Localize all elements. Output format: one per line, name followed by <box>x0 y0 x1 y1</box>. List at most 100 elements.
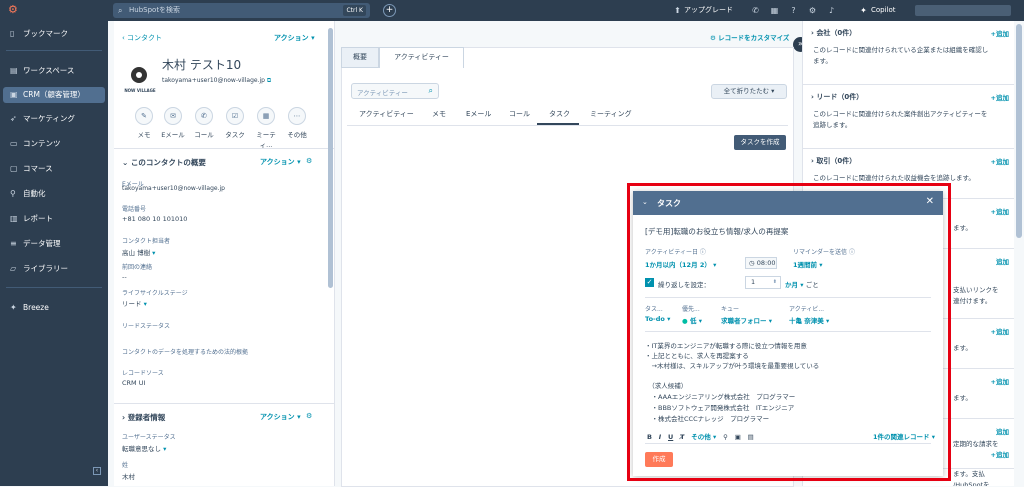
sidebar-item-data-management[interactable]: ≡ データ管理 <box>3 236 105 252</box>
field-label-last-contact: 前回の連絡 <box>122 264 153 271</box>
field-value-phone[interactable]: +81 080 10 101010 <box>122 215 187 223</box>
registrant-section-header[interactable]: › 登録者情報 アクション ▾ ⚙ <box>114 403 334 427</box>
hubspot-logo-icon[interactable]: ⚙ <box>8 4 20 16</box>
automation-icon: ⚲ <box>10 189 16 198</box>
meeting-action-button[interactable]: ▦ <box>257 107 275 125</box>
field-label-legal-basis: コンタクトのデータを処理するための法的根拠 <box>122 349 249 356</box>
sidebar-item-marketing[interactable]: ➶ マーケティング <box>3 111 105 127</box>
association-section-text: ます。 <box>953 394 972 402</box>
phone-icon[interactable]: ✆ <box>750 5 761 16</box>
contact-email-header: takoyama+user10@now-village.jp ⧉ <box>162 77 272 84</box>
collapse-all-button[interactable]: 全て折りたたむ ▾ <box>711 84 787 99</box>
sidebar-item-bookmarks[interactable]: ▯ ブックマーク <box>3 26 105 42</box>
note-action-button[interactable]: ✎ <box>135 107 153 125</box>
contact-panel: ‹ コンタクト アクション ▾ NOW VILLAGE 木村 テスト10 tak… <box>114 21 335 486</box>
sidebar-item-crm[interactable]: ▣ CRM（顧客管理） <box>3 87 105 103</box>
field-label-phone: 電話番号 <box>122 206 147 213</box>
field-label-record-source: レコードソース <box>122 370 164 377</box>
top-navigation-bar: ⚙ ⌕ HubSpotを検索 Ctrl K + ⬆ アップグレード ✆ ▦ ? … <box>0 0 1024 21</box>
help-icon[interactable]: ? <box>788 5 799 16</box>
settings-gear-icon[interactable]: ⚙ <box>306 412 312 420</box>
marketplace-icon[interactable]: ▦ <box>769 5 780 16</box>
field-value-owner[interactable]: 高山 博樹 ▾ <box>122 247 155 257</box>
field-value-email[interactable]: takoyama+user10@now-village.jp <box>122 185 225 192</box>
field-value-last-name[interactable]: 木村 <box>122 471 135 481</box>
summary-section-header[interactable]: ⌄ このコンタクトの概要 アクション ▾ ⚙ <box>114 148 334 172</box>
company-logo: NOW VILLAGE <box>122 62 157 97</box>
field-label-lead-status: リードステータス <box>122 323 171 330</box>
settings-gear-icon: ⚙ <box>710 34 716 42</box>
registrant-actions-dropdown[interactable]: アクション ▾ <box>260 412 301 422</box>
breeze-icon: ✦ <box>10 303 17 312</box>
more-action-button[interactable]: ⋯ <box>288 107 306 125</box>
sidebar-item-automation[interactable]: ⚲ 自動化 <box>3 186 105 202</box>
email-action-button[interactable]: ✉ <box>164 107 182 125</box>
collapse-sidebar-icon[interactable]: ‹ <box>93 467 101 475</box>
marketing-icon: ➶ <box>10 114 17 123</box>
sidebar-item-breeze[interactable]: ✦ Breeze <box>3 300 105 316</box>
note-action-label: メモ <box>137 131 151 139</box>
create-task-button[interactable]: タスクを作成 <box>734 135 786 150</box>
add-association-button[interactable]: +追加 <box>991 449 1009 459</box>
call-action-button[interactable]: ✆ <box>195 107 213 125</box>
filter-tab-calls[interactable]: コール <box>509 109 530 119</box>
summary-section-title: ⌄ このコンタクトの概要 <box>122 158 206 167</box>
crm-icon: ▣ <box>10 90 18 99</box>
add-association-button[interactable]: +追加 <box>991 206 1009 216</box>
tab-activity[interactable]: アクティビティー <box>379 47 464 68</box>
add-association-button[interactable]: +追加 <box>991 376 1009 386</box>
association-section-text: 支払いリンクを 連付けます。 <box>953 286 999 305</box>
field-label-last-name: 姓 <box>122 462 129 469</box>
search-icon: ⌕ <box>428 86 433 95</box>
add-company-button[interactable]: +追加 <box>991 28 1009 38</box>
create-new-button[interactable]: + <box>383 4 396 17</box>
filter-tab-notes[interactable]: メモ <box>432 109 446 119</box>
deal-section-title[interactable]: › 取引（0件） <box>811 156 856 166</box>
filter-tab-email[interactable]: Eメール <box>466 109 491 119</box>
activity-search-placeholder: アクティビティー <box>357 89 408 97</box>
settings-gear-icon[interactable]: ⚙ <box>807 5 818 16</box>
filter-tab-activity[interactable]: アクティビティー <box>359 109 414 119</box>
sidebar-item-content[interactable]: ▭ コンテンツ <box>3 136 105 152</box>
lead-section-title[interactable]: › リード（0件） <box>811 92 863 102</box>
add-lead-button[interactable]: +追加 <box>991 92 1009 102</box>
sidebar-item-reports[interactable]: ▥ レポート <box>3 211 105 227</box>
task-action-button[interactable]: ☑ <box>226 107 244 125</box>
library-icon: ▱ <box>10 264 17 273</box>
add-association-button[interactable]: 追加 <box>996 256 1009 266</box>
filter-tab-meetings[interactable]: ミーティング <box>590 109 632 119</box>
summary-actions-dropdown[interactable]: アクション ▾ <box>260 157 301 167</box>
field-value-record-source: CRM UI <box>122 379 146 387</box>
company-logo-text: NOW VILLAGE <box>124 88 156 93</box>
add-deal-button[interactable]: +追加 <box>991 156 1009 166</box>
global-search-input[interactable]: ⌕ HubSpotを検索 Ctrl K <box>113 3 370 18</box>
highlight-annotation-box <box>627 183 951 481</box>
activity-search-input[interactable]: アクティビティー ⌕ <box>351 83 439 99</box>
right-panel-scrollbar[interactable] <box>1016 24 1022 238</box>
sidebar-item-workspace[interactable]: ▤ ワークスペース <box>3 63 105 79</box>
sidebar-item-library[interactable]: ▱ ライブラリー <box>3 261 105 277</box>
customize-record-link[interactable]: ⚙ レコードをカスタマイズ <box>710 32 789 42</box>
left-panel-scrollbar[interactable] <box>328 28 333 288</box>
email-action-label: Eメール <box>161 131 185 139</box>
upgrade-button[interactable]: アップグレード <box>684 0 733 21</box>
field-value-user-status[interactable]: 転職意思なし ▾ <box>122 443 166 453</box>
copy-icon[interactable]: ⧉ <box>267 77 271 84</box>
add-association-button[interactable]: +追加 <box>991 326 1009 336</box>
company-section-title[interactable]: › 会社（0件） <box>811 28 856 38</box>
tab-overview[interactable]: 概要 <box>341 47 379 68</box>
content-icon: ▭ <box>10 139 18 148</box>
back-to-contacts-link[interactable]: ‹ コンタクト <box>122 33 162 43</box>
account-menu[interactable] <box>915 5 1011 16</box>
notifications-bell-icon[interactable]: ♪ <box>826 5 837 16</box>
task-icon: ☑ <box>231 112 239 120</box>
company-association-section: › 会社（0件） +追加 このレコードに関連付けられている企業または組織を確認し… <box>803 21 1014 85</box>
copilot-button[interactable]: Copilot <box>871 0 896 21</box>
field-value-lifecycle[interactable]: リード ▾ <box>122 298 147 308</box>
sidebar-item-commerce[interactable]: ▢ コマース <box>3 161 105 177</box>
contact-actions-dropdown[interactable]: アクション ▾ <box>274 33 315 43</box>
workspace-icon: ▤ <box>10 66 18 75</box>
filter-tab-tasks[interactable]: タスク <box>549 109 570 119</box>
settings-gear-icon[interactable]: ⚙ <box>306 157 312 165</box>
task-action-label: タスク <box>225 131 245 139</box>
